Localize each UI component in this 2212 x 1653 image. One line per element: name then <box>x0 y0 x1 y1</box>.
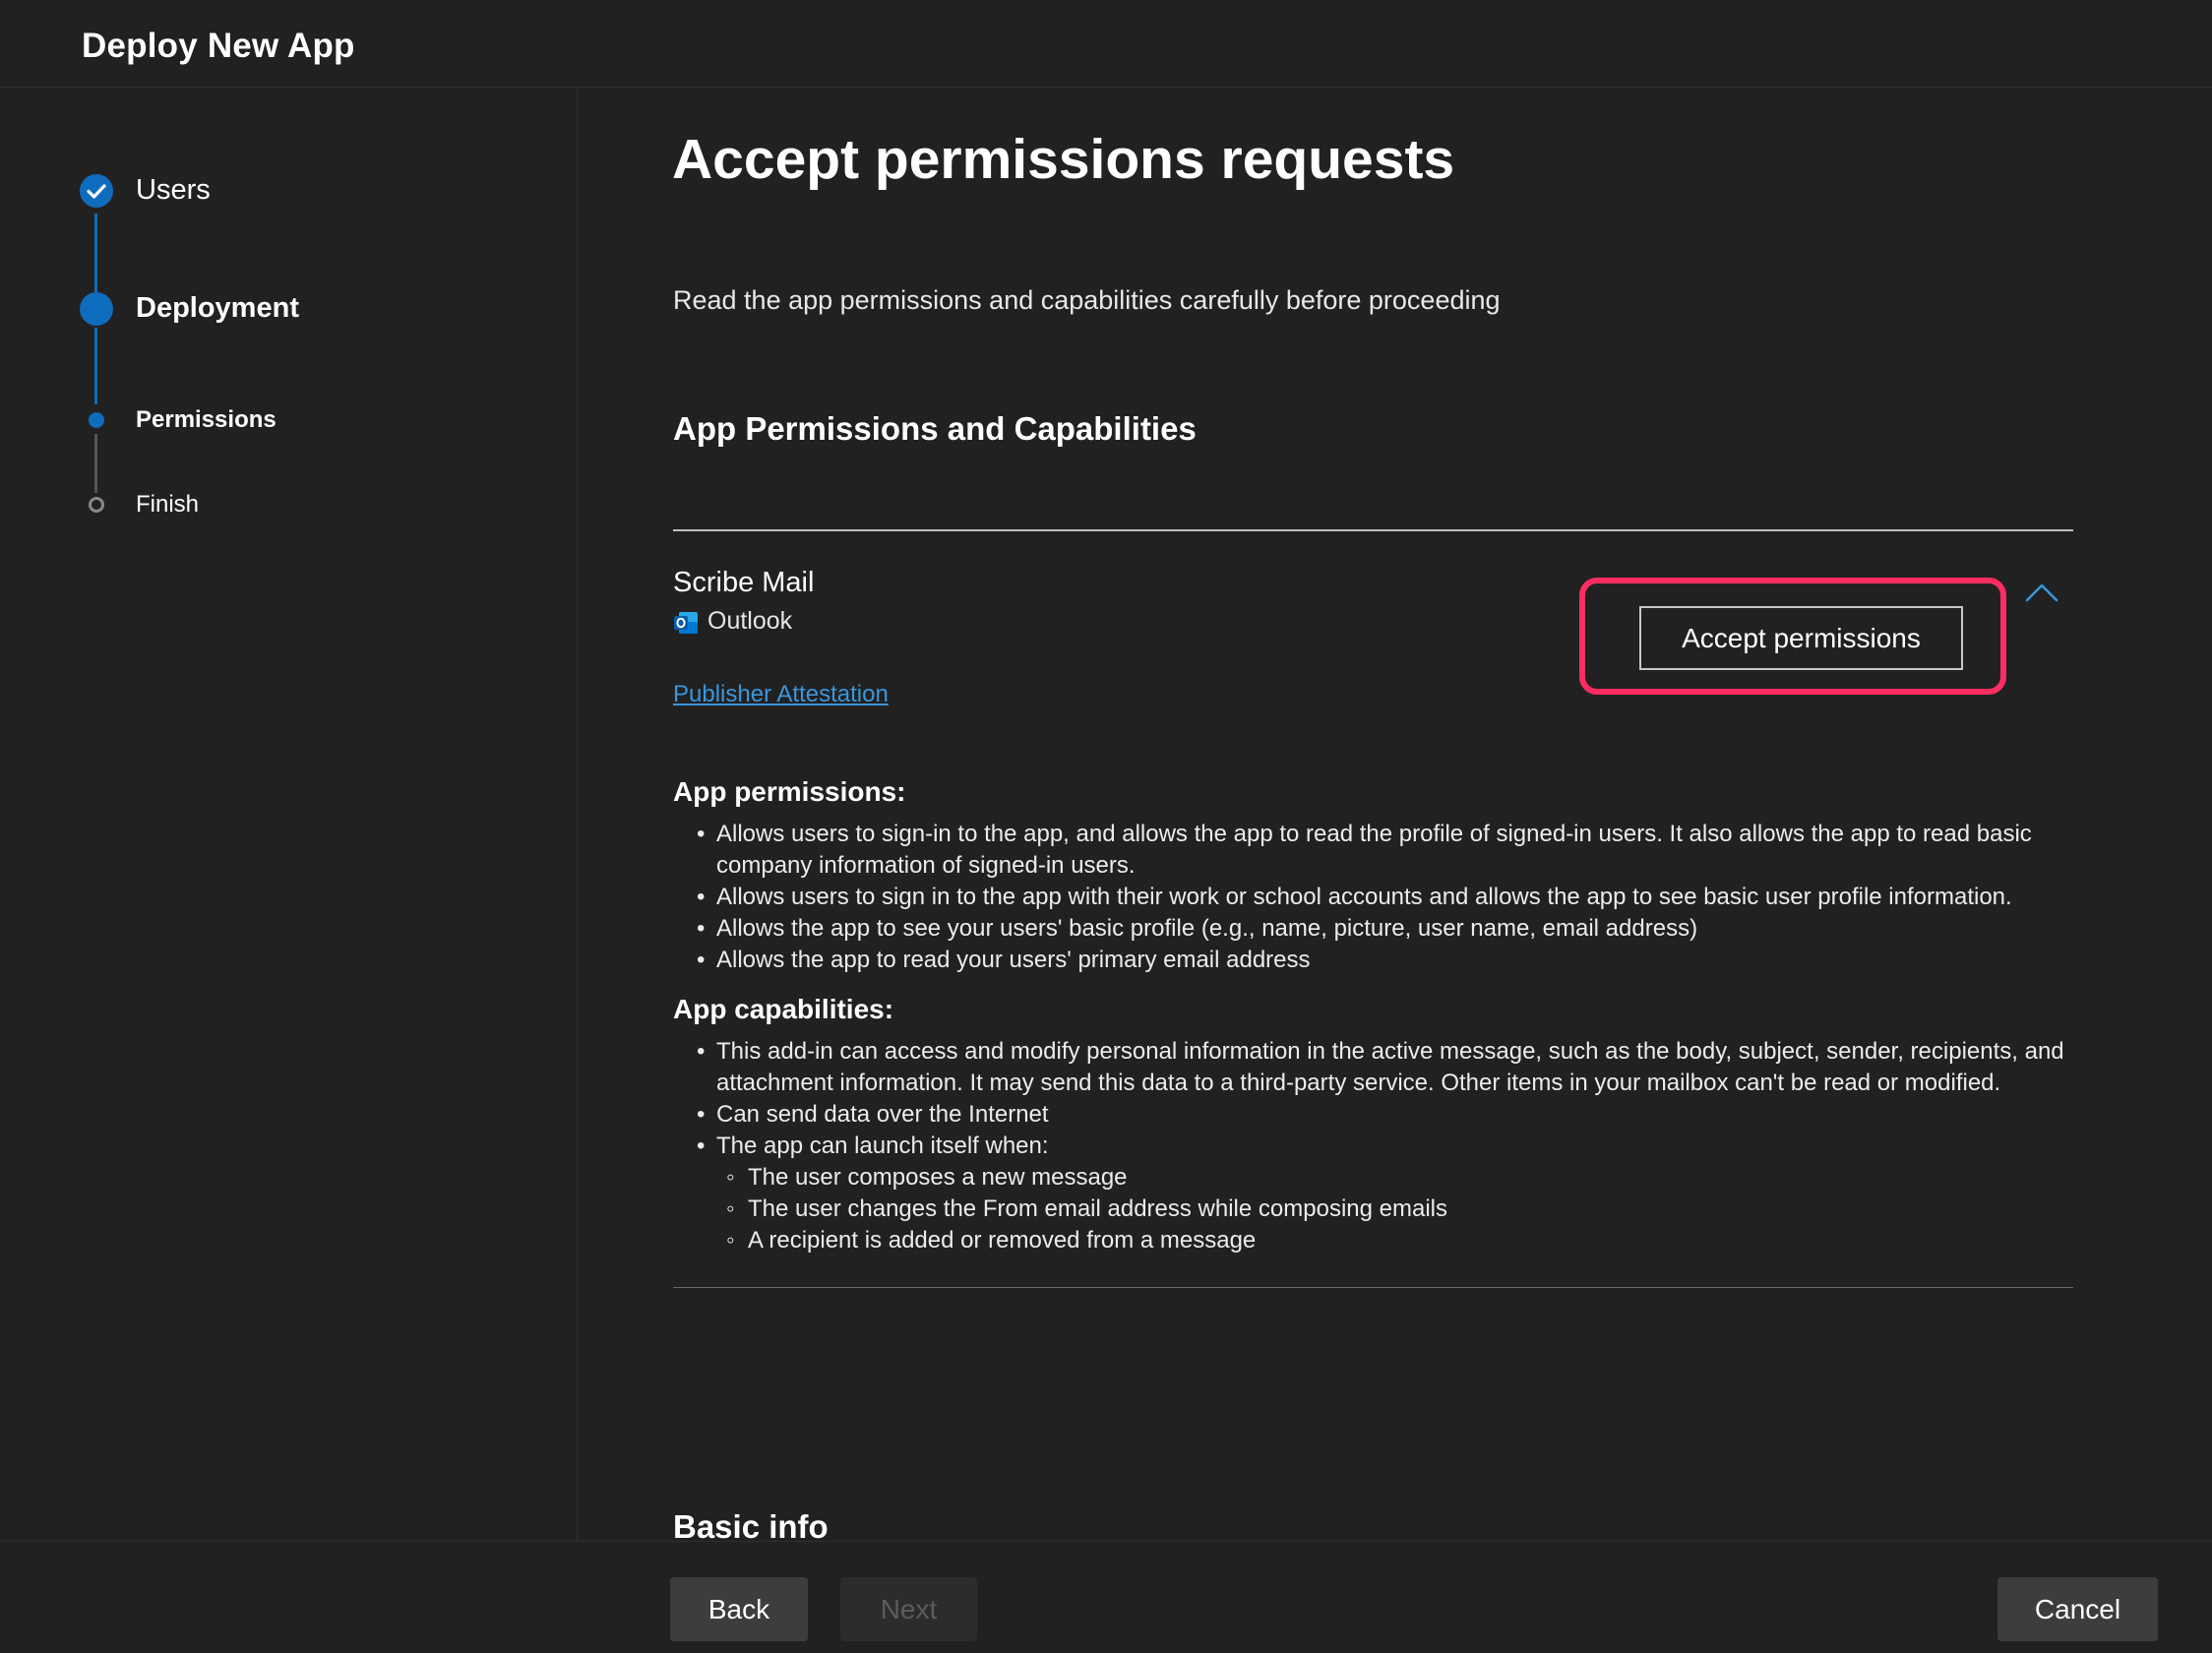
back-button[interactable]: Back <box>670 1577 808 1641</box>
list-item: The user composes a new message <box>716 1162 2090 1194</box>
list-item-text: The app can launch itself when: <box>716 1133 1049 1159</box>
section-title: App Permissions and Capabilities <box>673 410 1197 447</box>
launch-conditions-list: The user composes a new message The user… <box>716 1162 2090 1256</box>
list-item: The app can launch itself when: The user… <box>673 1131 2090 1256</box>
stepper-sidebar: Users Deployment Permissions Finish <box>0 88 578 1541</box>
permissions-list: Allows users to sign-in to the app, and … <box>673 819 2090 976</box>
step-connector <box>94 328 97 404</box>
list-item: This add-in can access and modify person… <box>673 1036 2090 1099</box>
permissions-heading: App permissions: <box>673 776 906 807</box>
accept-permissions-button[interactable]: Accept permissions <box>1639 606 1963 670</box>
step-label: Finish <box>136 491 200 518</box>
list-item: A recipient is added or removed from a m… <box>716 1225 2090 1256</box>
step-connector <box>94 434 97 493</box>
substep-dot-icon <box>89 412 104 428</box>
step-label: Deployment <box>136 292 299 324</box>
list-item: Allows users to sign-in to the app, and … <box>673 819 2090 882</box>
upcoming-step-ring-icon <box>89 497 104 513</box>
step-connector <box>94 214 97 296</box>
host-label: Outlook <box>707 607 793 635</box>
app-name: Scribe Mail <box>673 567 815 598</box>
capabilities-heading: App capabilities: <box>673 994 894 1024</box>
section-divider <box>673 1287 2073 1288</box>
list-item: Can send data over the Internet <box>673 1099 2090 1131</box>
window-title: Deploy New App <box>82 27 355 65</box>
cancel-button[interactable]: Cancel <box>1997 1577 2158 1641</box>
list-item: Allows the app to read your users' prima… <box>673 945 2090 976</box>
page-description: Read the app permissions and capabilitie… <box>673 285 1501 315</box>
capabilities-list: This add-in can access and modify person… <box>673 1036 2090 1256</box>
title-bar: Deploy New App <box>0 0 2212 88</box>
checkmark-icon <box>80 174 113 208</box>
step-label: Users <box>136 174 211 206</box>
section-divider <box>673 529 2073 531</box>
list-item: Allows users to sign in to the app with … <box>673 882 2090 913</box>
current-step-dot-icon <box>80 292 113 326</box>
outlook-icon <box>673 610 699 636</box>
page-title: Accept permissions requests <box>672 128 1455 191</box>
main-content: Accept permissions requests Read the app… <box>579 88 2212 1609</box>
chevron-up-icon[interactable] <box>2024 581 2059 604</box>
footer-bar: Back Next Cancel <box>0 1541 2212 1653</box>
publisher-attestation-link[interactable]: Publisher Attestation <box>673 681 889 708</box>
list-item: The user changes the From email address … <box>716 1194 2090 1225</box>
list-item: Allows the app to see your users' basic … <box>673 913 2090 945</box>
next-button[interactable]: Next <box>840 1577 977 1641</box>
step-label: Permissions <box>136 406 276 433</box>
